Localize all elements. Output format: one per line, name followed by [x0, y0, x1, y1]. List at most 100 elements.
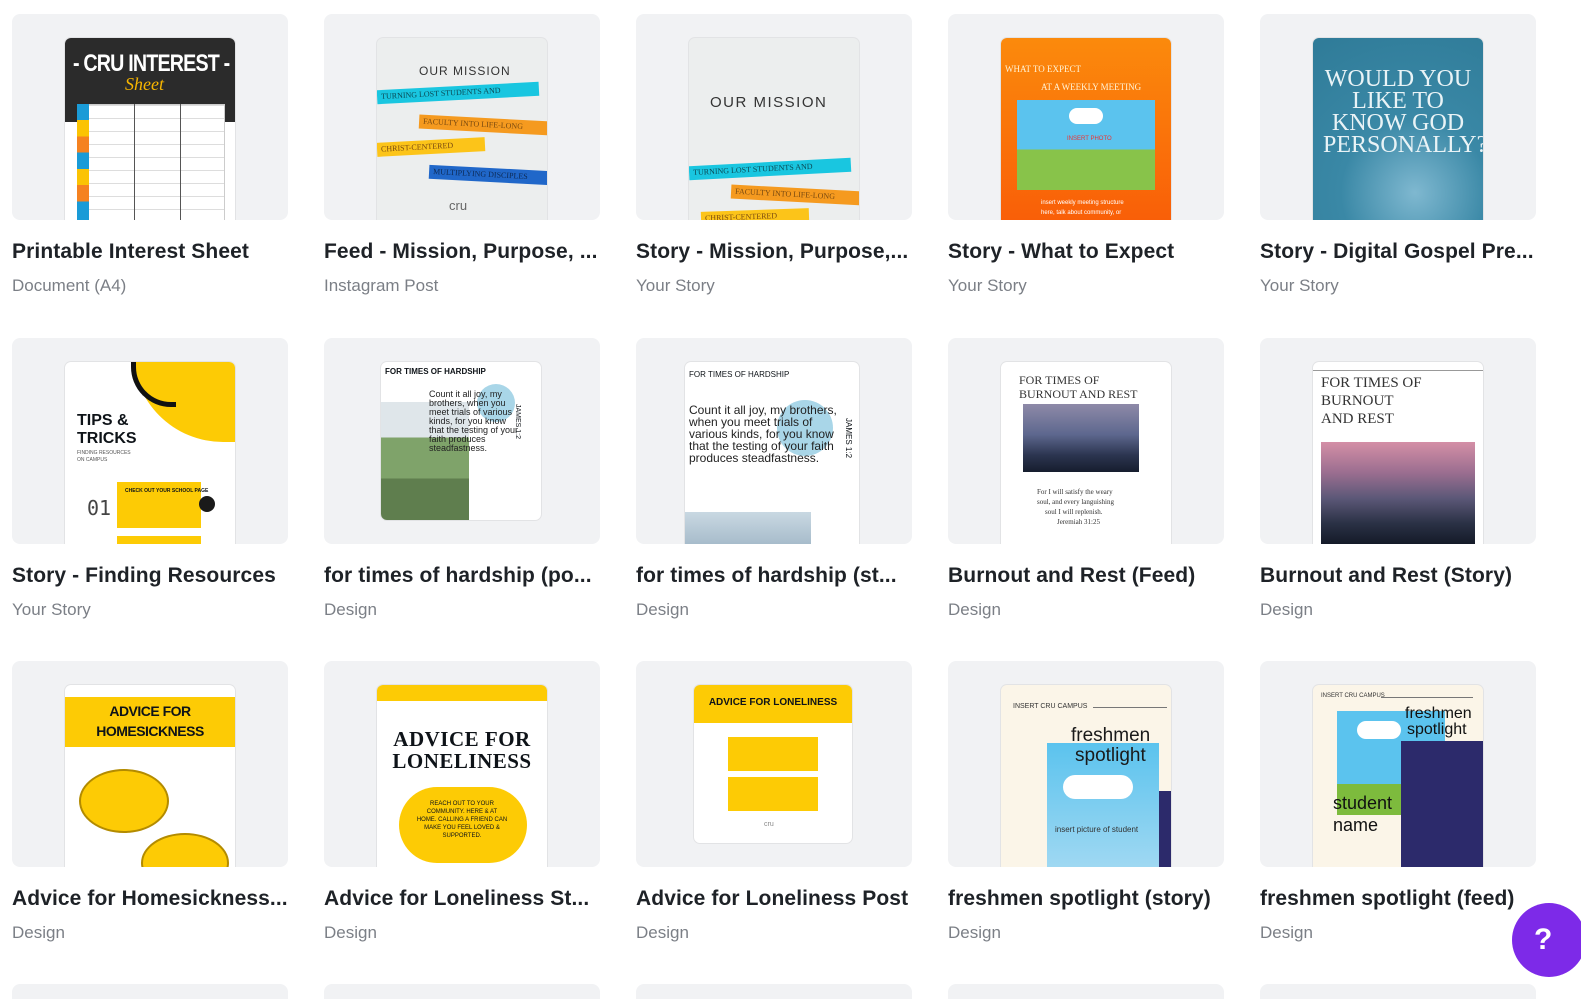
- heading-text: OUR MISSION: [710, 94, 828, 111]
- page-preview: OUR MISSION TURNING LOST STUDENTS AND FA…: [377, 38, 547, 220]
- thumbnail[interactable]: FOR TIMES OF BURNOUT AND REST: [1260, 338, 1536, 544]
- design-type: Design: [636, 600, 689, 619]
- page-preview: OUR MISSION TURNING LOST STUDENTS AND FA…: [689, 38, 859, 220]
- design-type: Document (A4): [12, 276, 127, 295]
- design-card-partial[interactable]: [948, 984, 1224, 999]
- heading-text: spotlight: [1407, 721, 1467, 738]
- heading-text: AND REST: [1321, 411, 1394, 427]
- cru-logo: cru: [449, 198, 468, 213]
- design-title[interactable]: Story - Finding Resources: [12, 564, 296, 588]
- box-text: CHECK OUT YOUR SCHOOL PAGE: [125, 488, 209, 494]
- heading-text: BURNOUT AND REST: [1019, 387, 1138, 401]
- body-text: HOME. CALLING A FRIEND CAN: [416, 817, 508, 823]
- body-text: here, talk about community, or: [1041, 210, 1122, 216]
- design-title[interactable]: freshmen spotlight (feed): [1260, 887, 1544, 911]
- thumbnail[interactable]: INSERT CRU CAMPUS freshmen spotlight ins…: [948, 661, 1224, 867]
- thumbnail[interactable]: TIPS & TRICKS FINDING RESOURCES ON CAMPU…: [12, 338, 288, 544]
- design-type: Design: [324, 923, 377, 942]
- placeholder-text: insert picture of student: [1055, 825, 1139, 834]
- design-title[interactable]: freshmen spotlight (story): [948, 887, 1232, 911]
- heading-text: freshmen: [1071, 725, 1151, 746]
- page-preview: ADVICE FOR LONELINESS REACH OUT TO YOUR …: [377, 685, 547, 867]
- design-type: Design: [636, 923, 689, 942]
- verse-text: soul I will replenish.: [1045, 508, 1103, 516]
- page-preview: FOR TIMES OF HARDSHIP Count it all joy, …: [381, 362, 541, 520]
- reference-text: Jeremiah 31:25: [1057, 518, 1100, 526]
- heading-text: HOMESICKNESS: [96, 723, 204, 739]
- page-preview: TIPS & TRICKS FINDING RESOURCES ON CAMPU…: [65, 362, 235, 544]
- design-title[interactable]: Story - Mission, Purpose,...: [636, 240, 920, 264]
- design-type: Your Story: [1260, 276, 1339, 295]
- design-card-partial[interactable]: [636, 984, 912, 999]
- body-text: MAKE YOU FEEL LOVED &: [424, 825, 500, 831]
- thumbnail[interactable]: WHAT TO EXPECT AT A WEEKLY MEETING INSER…: [948, 14, 1224, 220]
- help-button[interactable]: ?: [1512, 903, 1581, 977]
- thumbnail[interactable]: FOR TIMES OF BURNOUT AND REST For I will…: [948, 338, 1224, 544]
- design-title[interactable]: Feed - Mission, Purpose, ...: [324, 240, 608, 264]
- cru-logo: cru: [764, 821, 774, 828]
- design-type: Design: [324, 600, 377, 619]
- thumbnail[interactable]: OUR MISSION TURNING LOST STUDENTS AND FA…: [636, 14, 912, 220]
- thumbnail[interactable]: - CRU INTEREST - Sheet: [12, 14, 288, 220]
- design-title[interactable]: Burnout and Rest (Feed): [948, 564, 1232, 588]
- thumbnail[interactable]: FOR TIMES OF HARDSHIP Count it all joy, …: [636, 338, 912, 544]
- page-preview: WOULD YOU LIKE TO KNOW GOD PERSONALLY?: [1313, 38, 1483, 220]
- thumbnail[interactable]: WOULD YOU LIKE TO KNOW GOD PERSONALLY?: [1260, 14, 1536, 220]
- thumbnail[interactable]: OUR MISSION TURNING LOST STUDENTS AND FA…: [324, 14, 600, 220]
- strip-text: FACULTY INTO LIFE-LONG: [418, 114, 547, 136]
- design-title[interactable]: Printable Interest Sheet: [12, 240, 296, 264]
- campus-text: INSERT CRU CAMPUS: [1013, 703, 1088, 710]
- photo-placeholder: INSERT PHOTO: [1017, 100, 1155, 190]
- thumbnail[interactable]: ADVICE FOR HOMESICKNESS: [12, 661, 288, 867]
- reference-text: JAMES 1:2: [844, 418, 853, 459]
- thumbnail[interactable]: ADVICE FOR LONELINESS REACH OUT TO YOUR …: [324, 661, 600, 867]
- design-title[interactable]: for times of hardship (st...: [636, 564, 920, 588]
- heading-text: TRICKS: [77, 430, 137, 447]
- design-title[interactable]: Burnout and Rest (Story): [1260, 564, 1544, 588]
- body-text: COMMUNITY. HERE & AT: [426, 809, 498, 815]
- thumbnail[interactable]: FOR TIMES OF HARDSHIP Count it all joy, …: [324, 338, 600, 544]
- design-title[interactable]: for times of hardship (po...: [324, 564, 608, 588]
- thumbnail[interactable]: ADVICE FOR LONELINESS cru: [636, 661, 912, 867]
- strip-text: MULTIPLYING DISCIPLES: [428, 164, 547, 186]
- design-type: Design: [1260, 923, 1313, 942]
- design-title[interactable]: Story - What to Expect: [948, 240, 1232, 264]
- heading-text: FOR TIMES OF HARDSHIP: [689, 370, 790, 379]
- design-type: Your Story: [948, 276, 1027, 295]
- heading-text: FOR TIMES OF: [1019, 373, 1100, 387]
- design-title[interactable]: Advice for Loneliness St...: [324, 887, 608, 911]
- design-title[interactable]: Story - Digital Gospel Pre...: [1260, 240, 1544, 264]
- name-text: student: [1333, 793, 1393, 813]
- page-preview: - CRU INTEREST - Sheet: [65, 38, 235, 220]
- name-text: name: [1333, 815, 1379, 835]
- heading-text: OUR MISSION: [419, 64, 511, 78]
- heading-text: WHAT TO EXPECT: [1005, 64, 1082, 74]
- gospel-text: WOULD YOU LIKE TO KNOW GOD PERSONALLY?: [1323, 66, 1483, 158]
- verse-text: For I will satisfy the weary: [1037, 488, 1113, 496]
- page-preview: INSERT CRU CAMPUS freshmen spotlight ins…: [1001, 685, 1171, 867]
- subtitle-text: FINDING RESOURCES: [77, 450, 131, 456]
- page-preview: FOR TIMES OF BURNOUT AND REST For I will…: [1001, 362, 1171, 544]
- heading-text: BURNOUT: [1321, 393, 1394, 409]
- design-title[interactable]: Advice for Homesickness...: [12, 887, 296, 911]
- heading-text: LONELINESS: [392, 749, 532, 773]
- design-card-partial[interactable]: [12, 984, 288, 999]
- question-icon: ?: [1534, 923, 1553, 956]
- design-type: Design: [948, 600, 1001, 619]
- design-type: Design: [1260, 600, 1313, 619]
- design-title[interactable]: Advice for Loneliness Post: [636, 887, 920, 911]
- thumbnail[interactable]: INSERT CRU CAMPUS freshmen spotlight stu…: [1260, 661, 1536, 867]
- design-card-partial[interactable]: [1260, 984, 1536, 999]
- body-text: insert weekly meeting structure: [1041, 200, 1124, 206]
- strip-text: TURNING LOST STUDENTS AND: [377, 81, 540, 105]
- design-type: Your Story: [12, 600, 91, 619]
- verse-text: soul, and every languishing: [1037, 498, 1114, 506]
- heading-text: FOR TIMES OF HARDSHIP: [385, 367, 486, 376]
- placeholder-text: INSERT PHOTO: [1067, 136, 1112, 142]
- verse-text: Count it all joy, my brothers, when you …: [689, 403, 837, 465]
- subtitle-text: ON CAMPUS: [77, 457, 108, 463]
- body-text: SUPPORTED.: [442, 833, 482, 839]
- strip-text: FACULTY INTO LIFE-LONG: [730, 184, 859, 206]
- heading-text: AT A WEEKLY MEETING: [1041, 82, 1142, 92]
- design-card-partial[interactable]: [324, 984, 600, 999]
